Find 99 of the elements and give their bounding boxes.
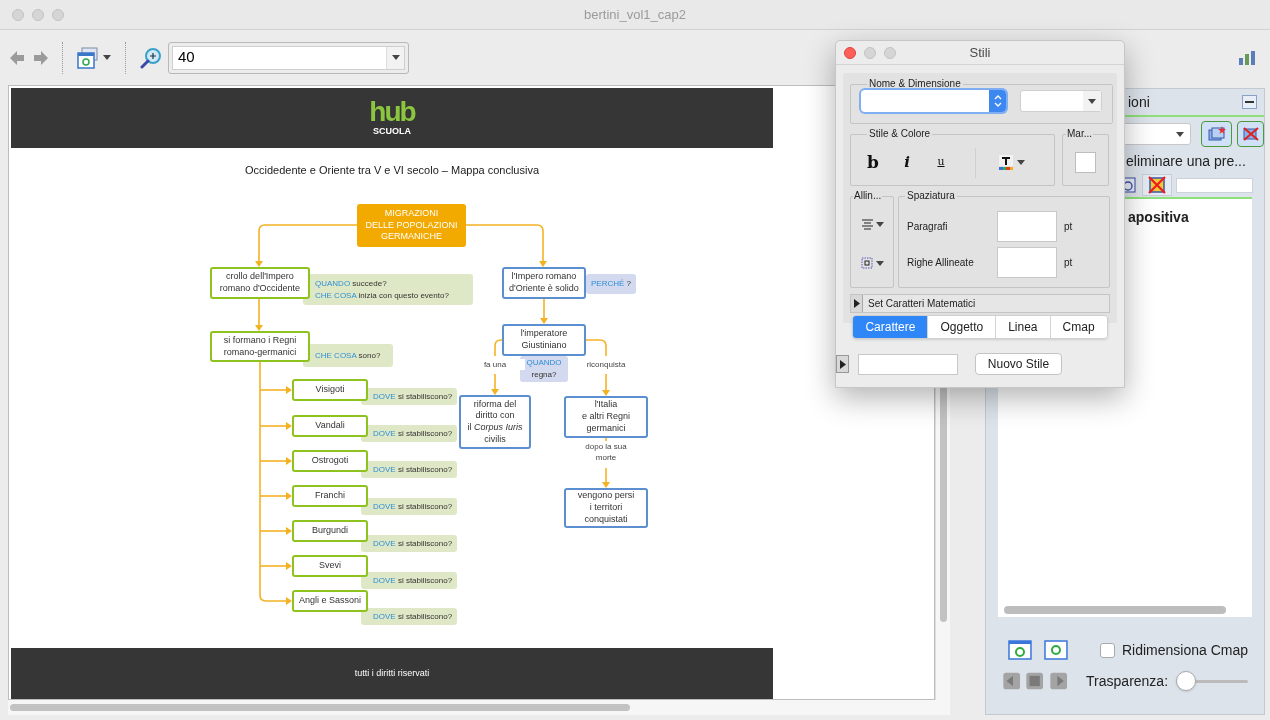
concept-node: MIGRAZIONI DELLE POPOLAZIONI GERMANICHE — [357, 204, 466, 247]
concept-node: Visigoti — [292, 379, 368, 401]
logo-tagline: SCUOLA — [373, 125, 411, 137]
margin-field[interactable] — [1075, 152, 1096, 173]
expand-button[interactable] — [836, 355, 849, 373]
question-note: DOVE si stabiliscono? — [361, 461, 457, 478]
text-align-button[interactable] — [860, 218, 884, 231]
spacing-label: Righe Allineate — [906, 256, 975, 270]
math-characters-toggle[interactable]: Set Caratteri Matematici — [850, 294, 1110, 313]
minimize-button[interactable] — [1242, 95, 1257, 109]
slides-star-icon — [1207, 126, 1226, 142]
italic-style-button[interactable]: i — [895, 150, 919, 175]
concept-node: Angli e Sassoni — [292, 590, 368, 612]
concept-node: riforma del diritto con il Corpus Iuris civilis — [459, 395, 531, 449]
delete-slide-button[interactable] — [1237, 121, 1264, 147]
group-label: Nome & Dimensione — [868, 78, 962, 90]
concept-node: Franchi — [292, 485, 368, 507]
caret-icon — [876, 260, 884, 266]
caret-icon — [1176, 131, 1185, 137]
question-note: DOVE si stabiliscono? — [361, 425, 457, 442]
panel-title: ioni — [1128, 92, 1150, 112]
question-note: DOVE si stabiliscono? — [361, 608, 457, 625]
question-note: DOVE si stabiliscono? — [361, 572, 457, 589]
back-arrow-icon[interactable] — [10, 50, 24, 65]
concept-node: Burgundi — [292, 520, 368, 542]
underline-style-button[interactable]: u — [929, 150, 953, 175]
question-note: PERCHÉ ? — [586, 274, 636, 294]
caret-icon — [391, 55, 400, 60]
dialog-tab[interactable]: Oggetto — [927, 316, 996, 338]
bold-style-button[interactable]: b — [861, 150, 885, 175]
caret-icon — [875, 222, 884, 228]
font-name-field[interactable] — [861, 90, 1006, 112]
style-name-field[interactable] — [858, 353, 958, 375]
spacing-field[interactable] — [997, 247, 1057, 278]
close-button[interactable] — [844, 46, 856, 59]
connector-arrow — [255, 298, 263, 331]
slides-cross-icon — [1241, 126, 1260, 142]
next-button[interactable] — [1048, 672, 1069, 690]
stop-button[interactable] — [1025, 672, 1045, 690]
hint-text: eliminare una pre... — [1126, 151, 1246, 171]
question-note: DOVE si stabiliscono? — [361, 535, 457, 552]
dialog-tab[interactable]: Cmap — [1049, 316, 1107, 338]
concept-node: crollo dell'Impero romano d'Occidente — [210, 267, 310, 299]
group-label: Spaziatura — [906, 190, 956, 202]
dialog-title: Stili — [969, 43, 991, 62]
concept-node: l'Impero romano d'Oriente è solido — [502, 267, 586, 299]
previous-button[interactable] — [1002, 672, 1022, 690]
concept-node: Vandali — [292, 415, 368, 437]
concept-node: si formano i Regni romano-germanici — [210, 331, 310, 362]
zoom-icon[interactable] — [140, 46, 162, 69]
text-color-button[interactable] — [998, 153, 1025, 172]
logo-word: hub — [369, 99, 415, 125]
question-note: DOVE si stabiliscono? — [361, 388, 457, 405]
expand-triangle-icon — [853, 299, 860, 308]
transparency-slider[interactable] — [1176, 671, 1248, 691]
transparency-label: Trasparenza: — [1086, 671, 1169, 691]
delete-slide-icon[interactable] — [1147, 176, 1167, 194]
question-note: CHE COSA sono? — [303, 344, 393, 367]
slide-list-item[interactable]: apositiva — [1128, 207, 1189, 228]
frame-align-icon — [860, 256, 874, 271]
resize-checkbox[interactable] — [1099, 642, 1115, 658]
concept-node: l'Italia e altri Regni germanici — [564, 396, 648, 438]
text-color-icon — [998, 153, 1014, 172]
caret-icon — [1017, 160, 1025, 165]
align-center-icon — [860, 218, 874, 231]
stepper-icon — [993, 95, 1002, 107]
group-label: Stile & Colore — [868, 128, 932, 140]
zoom-combobox[interactable]: 40 — [172, 45, 405, 70]
vertical-align-button[interactable] — [860, 256, 884, 271]
dialog-tab[interactable]: Carattere — [853, 316, 928, 338]
question-note: QUANDO regna? — [520, 356, 568, 382]
caret-icon — [103, 55, 111, 60]
concept-node: Ostrogoti — [292, 450, 368, 472]
horizontal-scrollbar[interactable] — [8, 700, 950, 715]
slider-thumb[interactable] — [1176, 671, 1197, 691]
new-slide-button[interactable] — [1201, 121, 1233, 147]
group-label: Allin... — [853, 190, 883, 202]
checkbox-label: Ridimensiona Cmap — [1121, 640, 1248, 660]
spacing-label: Paragrafi — [906, 220, 949, 234]
concept-node: vengono persi i territori conquistati — [564, 488, 648, 528]
unit-label: pt — [1064, 256, 1073, 270]
question-note: QUANDO succede? CHE COSA inizia con questo evento? — [303, 274, 473, 305]
new-style-button[interactable]: Nuovo Stile — [975, 353, 1062, 375]
map-title: Occidedente e Oriente tra V e VI secolo – Mappa conclusiva — [244, 163, 540, 178]
spacing-field[interactable] — [997, 211, 1057, 242]
forward-arrow-icon[interactable] — [34, 50, 48, 65]
concept-node: l'imperatore Giustiniano — [502, 324, 586, 356]
caret-icon — [1088, 98, 1096, 104]
slide-view-button[interactable] — [77, 46, 111, 69]
window-title: bertini_vol1_cap2 — [584, 5, 686, 24]
expand-triangle-icon — [839, 359, 846, 369]
dialog-tab[interactable]: Linea — [995, 316, 1050, 338]
unit-label: pt — [1064, 220, 1073, 234]
name-field[interactable] — [1176, 177, 1253, 193]
connector-arrow — [540, 298, 548, 324]
group-label: Mar... — [1066, 128, 1093, 140]
footer-text: tutti i diritti riservati — [354, 667, 430, 681]
question-note: DOVE si stabiliscono? — [361, 498, 457, 515]
concept-node: Svevi — [292, 555, 368, 577]
